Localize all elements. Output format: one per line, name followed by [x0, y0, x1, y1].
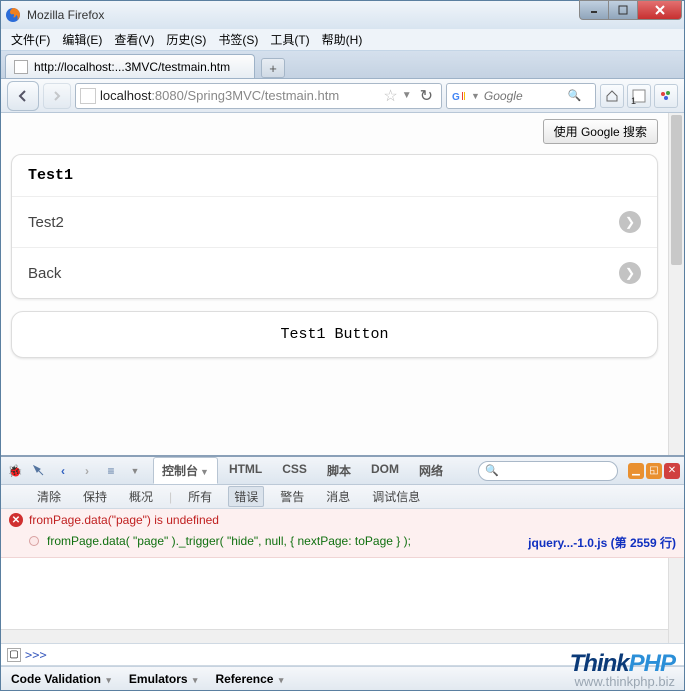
- console-filter-all[interactable]: 所有: [182, 486, 218, 507]
- tab-bar: http://localhost:...3MVC/testmain.htm +: [1, 51, 684, 79]
- firebug-tab-css[interactable]: CSS: [273, 457, 316, 484]
- firebug-tab-script[interactable]: 脚本: [318, 457, 360, 484]
- console-persist-button[interactable]: 保持: [77, 486, 113, 507]
- console-filter-info[interactable]: 消息: [320, 486, 356, 507]
- console-error-block: ✕ fromPage.data("page") is undefined fro…: [1, 509, 684, 558]
- inspect-icon[interactable]: [29, 461, 49, 481]
- cmdline-prompt: >>>: [25, 648, 47, 662]
- menu-view[interactable]: 查看(V): [110, 29, 158, 50]
- google-icon: G: [451, 88, 467, 104]
- page-scrollbar[interactable]: [668, 113, 684, 455]
- list-item-label: Test2: [28, 214, 64, 231]
- console-command-line[interactable]: ▢ >>>: [1, 644, 684, 666]
- bookmark-star-icon[interactable]: ☆: [383, 86, 397, 106]
- browser-tab[interactable]: http://localhost:...3MVC/testmain.htm: [5, 54, 255, 78]
- firebug-scrollbar-v[interactable]: [668, 558, 684, 643]
- fb-prev-icon[interactable]: ‹: [53, 461, 73, 481]
- console-filter-errors[interactable]: 错误: [228, 486, 264, 507]
- firebug-close-button[interactable]: ✕: [664, 463, 680, 479]
- page-icon: [14, 60, 28, 74]
- search-bar[interactable]: G ▼ 🔍: [446, 83, 596, 109]
- tab-label: http://localhost:...3MVC/testmain.htm: [34, 60, 230, 74]
- home-button[interactable]: [600, 84, 624, 108]
- error-icon: ✕: [9, 513, 23, 527]
- addon-counter-button[interactable]: [627, 84, 651, 108]
- url-bar[interactable]: localhost:8080/Spring3MVC/testmain.htm ☆…: [75, 83, 442, 109]
- menu-history[interactable]: 历史(S): [162, 29, 210, 50]
- status-bar: Code Validation ▾ Emulators ▾ Reference …: [1, 666, 684, 690]
- card-header: Test1: [12, 155, 657, 196]
- test1-button[interactable]: Test1 Button: [11, 311, 658, 358]
- cmdline-toggle-icon[interactable]: ▢: [7, 648, 21, 662]
- firefox-icon: [5, 7, 21, 23]
- menu-tools[interactable]: 工具(T): [266, 29, 313, 50]
- list-item-back[interactable]: Back ❯: [12, 247, 657, 298]
- list-item-label: Back: [28, 265, 61, 282]
- menu-help[interactable]: 帮助(H): [318, 29, 367, 50]
- window-titlebar: Mozilla Firefox: [1, 1, 684, 29]
- reload-icon[interactable]: ↻: [420, 86, 433, 106]
- firebug-detach-button[interactable]: ◱: [646, 463, 662, 479]
- status-code-validation[interactable]: Code Validation ▾: [11, 672, 111, 686]
- search-go-icon[interactable]: 🔍: [568, 89, 582, 102]
- search-input[interactable]: [484, 89, 564, 103]
- dropdown-icon[interactable]: ▼: [402, 90, 412, 101]
- search-icon: 🔍: [485, 464, 499, 477]
- firebug-tab-console[interactable]: 控制台▼: [153, 457, 218, 484]
- chevron-right-icon: ❯: [619, 262, 641, 284]
- status-reference[interactable]: Reference ▾: [215, 672, 283, 686]
- menu-edit[interactable]: 编辑(E): [58, 29, 106, 50]
- console-body: [1, 558, 684, 644]
- site-favicon: [80, 88, 96, 104]
- page-viewport: 使用 Google 搜索 Test1 Test2 ❯ Back ❯ Test1 …: [1, 113, 684, 455]
- window-minimize-button[interactable]: [579, 0, 609, 20]
- console-filter-debug[interactable]: 调试信息: [366, 486, 426, 507]
- chevron-right-icon: ❯: [619, 211, 641, 233]
- firebug-tab-dom[interactable]: DOM: [362, 457, 408, 484]
- search-engine-dropdown-icon[interactable]: ▼: [471, 91, 480, 101]
- menubar: 文件(F) 编辑(E) 查看(V) 历史(S) 书签(S) 工具(T) 帮助(H…: [1, 29, 684, 51]
- breakpoint-icon[interactable]: [29, 536, 39, 546]
- back-button[interactable]: [7, 81, 39, 111]
- firebug-minimize-button[interactable]: ▁: [628, 463, 644, 479]
- error-message: fromPage.data("page") is undefined: [29, 513, 219, 527]
- content-card: Test1 Test2 ❯ Back ❯: [11, 154, 658, 299]
- navigation-toolbar: localhost:8080/Spring3MVC/testmain.htm ☆…: [1, 79, 684, 113]
- menu-file[interactable]: 文件(F): [7, 29, 54, 50]
- firebug-panel: 🐞 ‹ › ≡ ▼ 控制台▼ HTML CSS 脚本 DOM 网络 🔍 ▁ ◱: [1, 455, 684, 666]
- fb-lines-icon[interactable]: ≡: [101, 461, 121, 481]
- url-text: localhost:8080/Spring3MVC/testmain.htm: [100, 88, 339, 103]
- firebug-scrollbar-h[interactable]: [1, 629, 668, 643]
- firebug-console-subbar: 清除 保持 概况 | 所有 错误 警告 消息 调试信息: [1, 485, 684, 509]
- new-tab-button[interactable]: +: [261, 58, 285, 78]
- firebug-search-input[interactable]: 🔍: [478, 461, 618, 481]
- colorpicker-button[interactable]: [654, 84, 678, 108]
- console-clear-button[interactable]: 清除: [31, 486, 67, 507]
- menu-bookmarks[interactable]: 书签(S): [214, 29, 262, 50]
- fb-next-icon[interactable]: ›: [77, 461, 97, 481]
- error-source-link[interactable]: jquery...-1.0.js (第 2559 行): [528, 534, 676, 551]
- console-filter-warnings[interactable]: 警告: [274, 486, 310, 507]
- window-close-button[interactable]: [637, 0, 682, 20]
- forward-button[interactable]: [43, 83, 71, 109]
- console-profile-button[interactable]: 概况: [123, 486, 159, 507]
- google-search-button[interactable]: 使用 Google 搜索: [543, 119, 658, 144]
- firebug-toolbar: 🐞 ‹ › ≡ ▼ 控制台▼ HTML CSS 脚本 DOM 网络 🔍 ▁ ◱: [1, 457, 684, 485]
- firebug-tab-html[interactable]: HTML: [220, 457, 271, 484]
- error-code: fromPage.data( "page" )._trigger( "hide"…: [47, 534, 411, 551]
- firebug-icon[interactable]: 🐞: [5, 461, 25, 481]
- list-item-test2[interactable]: Test2 ❯: [12, 196, 657, 247]
- window-title: Mozilla Firefox: [27, 8, 104, 22]
- firebug-tab-net[interactable]: 网络: [410, 457, 452, 484]
- svg-text:G: G: [452, 92, 460, 103]
- fb-dropdown-icon[interactable]: ▼: [125, 461, 145, 481]
- status-emulators[interactable]: Emulators ▾: [129, 672, 198, 686]
- window-maximize-button[interactable]: [608, 0, 638, 20]
